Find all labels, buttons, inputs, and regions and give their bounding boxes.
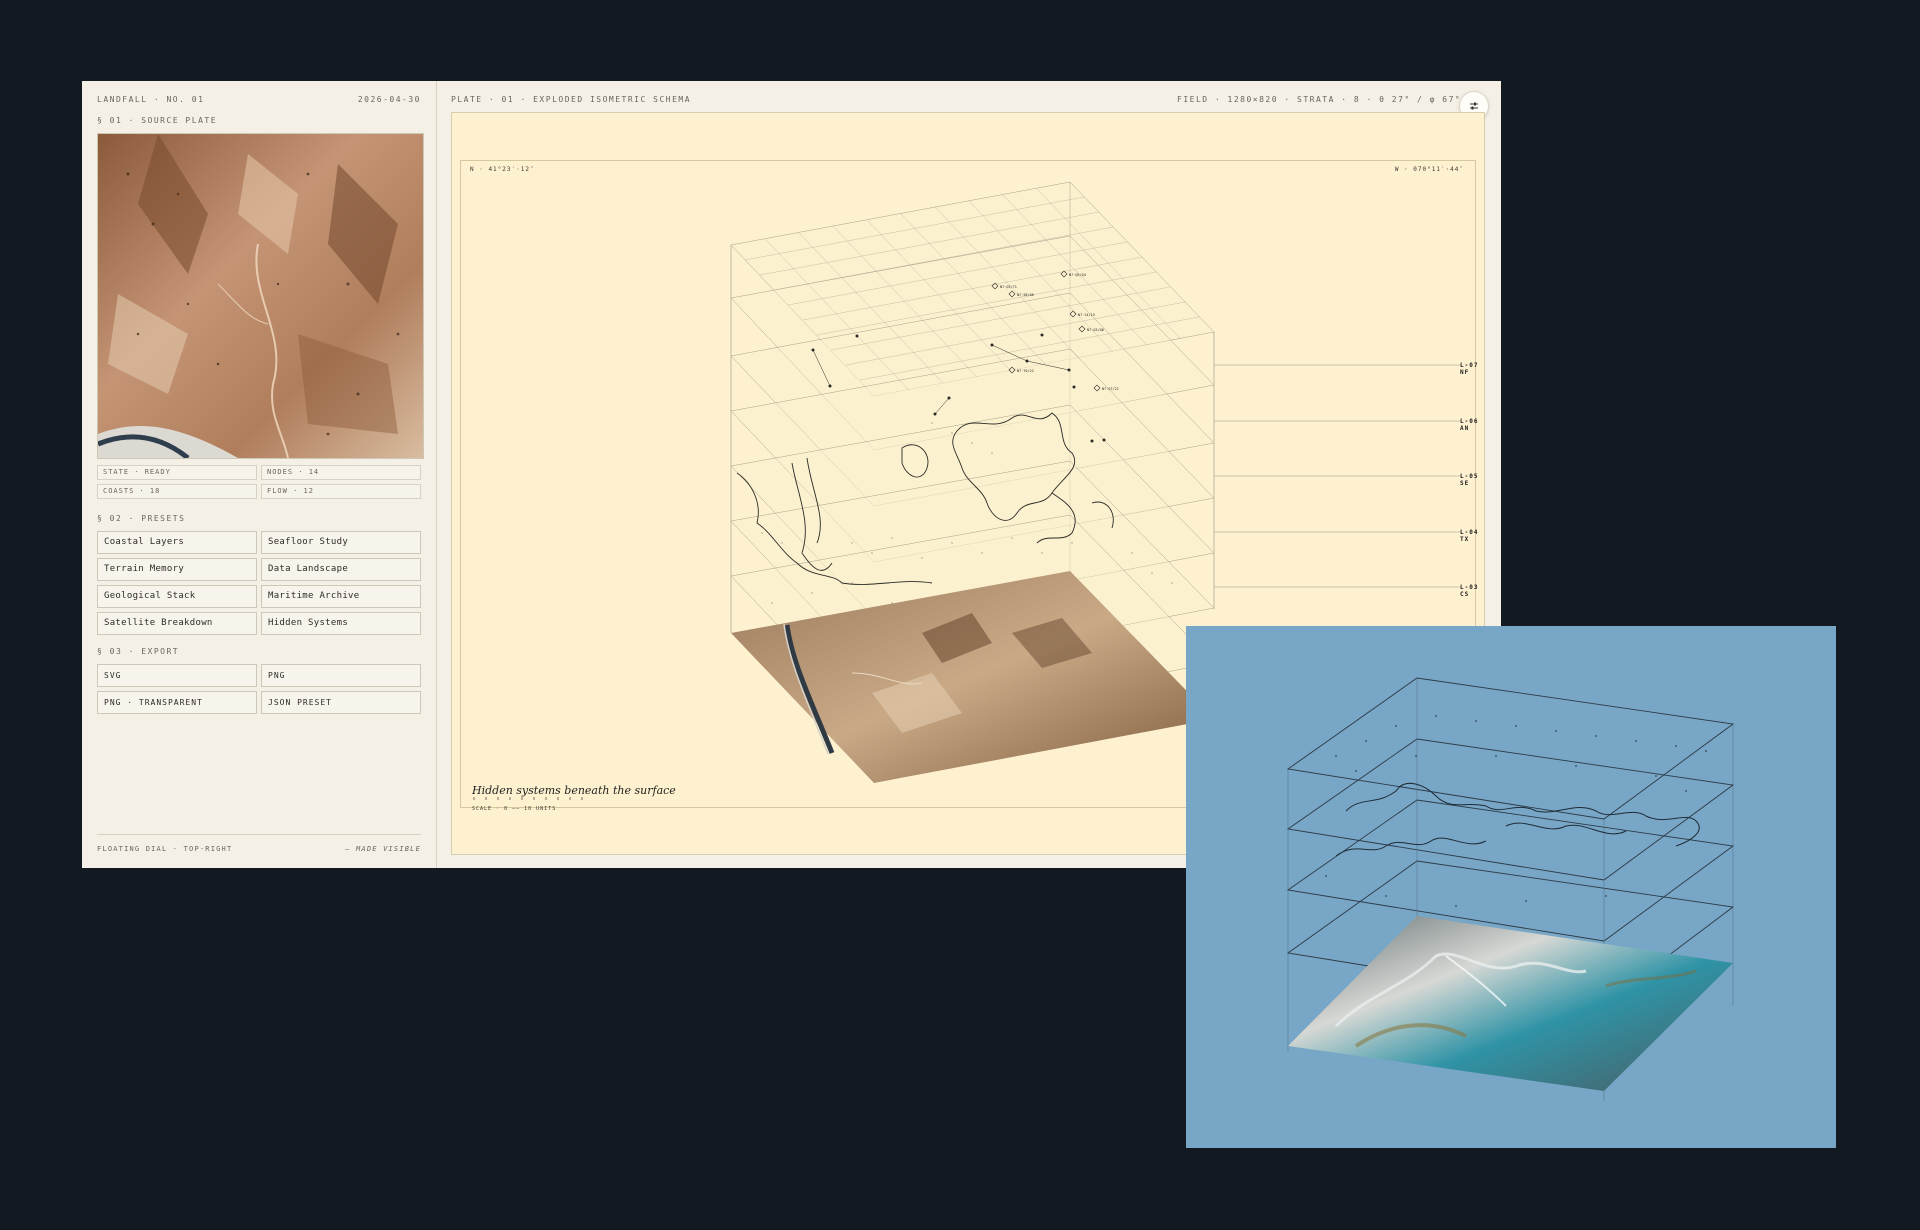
preset-satellite-breakdown-button[interactable]: Satellite Breakdown bbox=[97, 612, 257, 635]
node-tag: N7·Q5/Q4 bbox=[1069, 273, 1086, 277]
coastal-base-layer bbox=[1288, 916, 1733, 1091]
status-grid: STATE · READY NODES · 14 COASTS · 18 FLO… bbox=[97, 465, 421, 499]
layer-label-l03: L-03 CS bbox=[1460, 584, 1479, 598]
node-tag: N7·58/06 bbox=[1017, 293, 1034, 297]
sidebar-footer: FLOATING DIAL · TOP-RIGHT — MADE VISIBLE bbox=[97, 834, 421, 853]
sliders-icon bbox=[1470, 102, 1478, 110]
sidebar: LANDFALL · NO. 01 2026-04-30 § 01 · SOUR… bbox=[82, 81, 437, 868]
date-label: 2026-04-30 bbox=[357, 95, 421, 104]
presets-section-title: § 02 · PRESETS bbox=[97, 514, 186, 523]
brand-label: LANDFALL · NO. 01 bbox=[97, 95, 205, 104]
node-tag: N7·Q3/Q6 bbox=[1087, 328, 1104, 332]
plate-caption: Hidden systems beneath the surface bbox=[472, 784, 676, 797]
footer-made-visible: — MADE VISIBLE bbox=[345, 845, 421, 853]
coasts-stat: COASTS · 18 bbox=[97, 484, 257, 499]
presets-grid: Coastal Layers Seafloor Study Terrain Me… bbox=[97, 531, 421, 635]
preset-seafloor-study-button[interactable]: Seafloor Study bbox=[261, 531, 421, 554]
field-readout: FIELD · 1280×820 · STRATA · 8 · θ 27° / … bbox=[1177, 95, 1477, 104]
preset-data-landscape-button[interactable]: Data Landscape bbox=[261, 558, 421, 581]
export-png-button[interactable]: PNG bbox=[261, 664, 421, 687]
layer-label-l05: L-05 SE bbox=[1460, 473, 1479, 487]
footer-dial-note: FLOATING DIAL · TOP-RIGHT bbox=[97, 845, 233, 853]
layer-label-l06: L-06 AN bbox=[1460, 418, 1479, 432]
node-tag: N7·70/22 bbox=[1017, 369, 1034, 373]
preset-geological-stack-button[interactable]: Geological Stack bbox=[97, 585, 257, 608]
state-stat: STATE · READY bbox=[97, 465, 257, 480]
node-tag: N7·Q3/71 bbox=[1000, 285, 1017, 289]
preset-hidden-systems-button[interactable]: Hidden Systems bbox=[261, 612, 421, 635]
node-tag: N7·Q7/21 bbox=[1102, 387, 1119, 391]
sidebar-header: LANDFALL · NO. 01 2026-04-30 bbox=[97, 95, 421, 104]
source-section-title: § 01 · SOURCE PLATE bbox=[97, 116, 218, 125]
export-grid: SVG PNG PNG · TRANSPARENT JSON PRESET bbox=[97, 664, 421, 714]
node-tag: N7·14/15 bbox=[1078, 313, 1095, 317]
source-plate-image[interactable] bbox=[97, 133, 424, 459]
layer-label-l07: L-07 NF bbox=[1460, 362, 1479, 376]
plate-title: PLATE · 01 · EXPLODED ISOMETRIC SCHEMA bbox=[451, 95, 692, 104]
coastal-stack-preview bbox=[1286, 677, 1735, 1101]
export-json-preset-button[interactable]: JSON PRESET bbox=[261, 691, 421, 714]
export-png-transparent-button[interactable]: PNG · TRANSPARENT bbox=[97, 691, 257, 714]
scale-ticks bbox=[473, 797, 583, 800]
export-svg-button[interactable]: SVG bbox=[97, 664, 257, 687]
nodes-stat: NODES · 14 bbox=[261, 465, 421, 480]
scale-bar: SCALE · 0 —— 10 UNITS bbox=[472, 806, 557, 812]
main-header: PLATE · 01 · EXPLODED ISOMETRIC SCHEMA F… bbox=[437, 95, 1501, 107]
preset-terrain-memory-button[interactable]: Terrain Memory bbox=[97, 558, 257, 581]
export-section-title: § 03 · EXPORT bbox=[97, 647, 180, 656]
layer-label-l04: L-04 TX bbox=[1460, 529, 1479, 543]
preset-coastal-layers-button[interactable]: Coastal Layers bbox=[97, 531, 257, 554]
flow-stat: FLOW · 12 bbox=[261, 484, 421, 499]
preset-maritime-archive-button[interactable]: Maritime Archive bbox=[261, 585, 421, 608]
coastal-preview-overlay[interactable] bbox=[1186, 626, 1836, 1148]
